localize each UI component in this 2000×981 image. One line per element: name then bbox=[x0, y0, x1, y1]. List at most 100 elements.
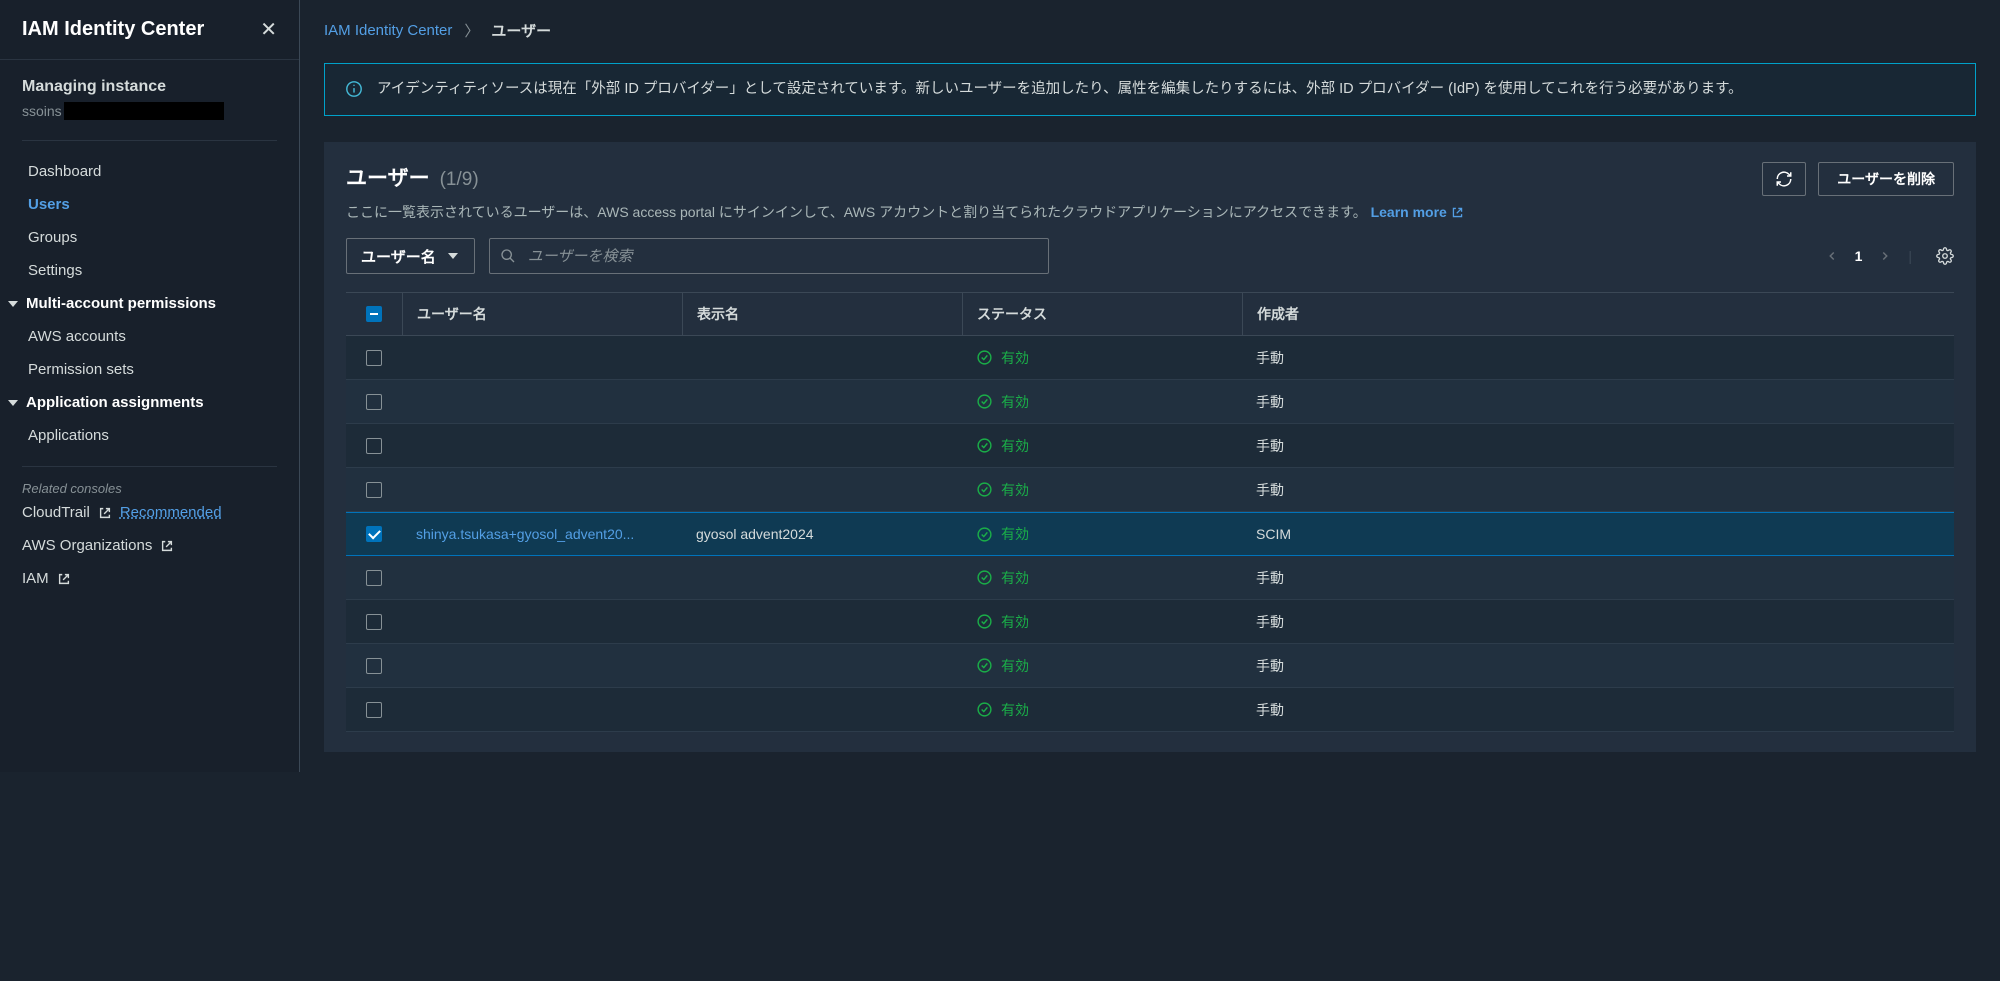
cell-status: 有効 bbox=[962, 348, 1242, 368]
cell-status: 有効 bbox=[962, 392, 1242, 412]
external-link-icon bbox=[57, 572, 71, 586]
cell-created-by: 手動 bbox=[1242, 480, 1954, 500]
info-banner-text: アイデンティティソースは現在「外部 ID プロバイダー」として設定されています。… bbox=[377, 78, 1743, 101]
nav-section-application-assignments[interactable]: Application assignments bbox=[0, 386, 299, 419]
table-settings-button[interactable] bbox=[1936, 247, 1954, 265]
related-iam[interactable]: IAM bbox=[22, 570, 49, 587]
sidebar-title: IAM Identity Center bbox=[22, 18, 204, 41]
check-circle-icon bbox=[976, 657, 993, 674]
row-checkbox[interactable] bbox=[366, 350, 382, 366]
breadcrumb-separator: 〉 bbox=[464, 20, 479, 41]
redacted-instance-id bbox=[64, 102, 224, 120]
cell-created-by: 手動 bbox=[1242, 612, 1954, 632]
external-link-icon bbox=[98, 506, 112, 520]
cell-status: 有効 bbox=[962, 612, 1242, 632]
table-row[interactable]: 有効手動 bbox=[346, 336, 1954, 380]
nav-groups[interactable]: Groups bbox=[0, 221, 299, 254]
chevron-left-icon bbox=[1825, 249, 1839, 263]
nav-permission-sets[interactable]: Permission sets bbox=[0, 353, 299, 386]
external-link-icon bbox=[160, 539, 174, 553]
row-checkbox[interactable] bbox=[366, 394, 382, 410]
panel-description: ここに一覧表示されているユーザーは、AWS access portal にサイン… bbox=[346, 202, 1954, 222]
table-row[interactable]: 有効手動 bbox=[346, 600, 1954, 644]
check-circle-icon bbox=[976, 569, 993, 586]
table-row[interactable]: 有効手動 bbox=[346, 556, 1954, 600]
gear-icon bbox=[1936, 247, 1954, 265]
refresh-icon bbox=[1775, 170, 1793, 188]
col-display-name[interactable]: 表示名 bbox=[682, 293, 962, 335]
check-circle-icon bbox=[976, 526, 993, 543]
select-all-checkbox[interactable] bbox=[366, 306, 382, 322]
cell-created-by: 手動 bbox=[1242, 436, 1954, 456]
check-circle-icon bbox=[976, 393, 993, 410]
cell-created-by: SCIM bbox=[1242, 526, 1954, 542]
close-icon[interactable]: ✕ bbox=[260, 20, 277, 40]
table-row[interactable]: 有効手動 bbox=[346, 424, 1954, 468]
chevron-right-icon bbox=[1878, 249, 1892, 263]
user-link[interactable]: shinya.tsukasa+gyosol_advent20... bbox=[416, 526, 634, 542]
row-checkbox[interactable] bbox=[366, 526, 382, 542]
table-header: ユーザー名 表示名 ステータス 作成者 bbox=[346, 292, 1954, 336]
row-checkbox[interactable] bbox=[366, 614, 382, 630]
nav-section-multi-account[interactable]: Multi-account permissions bbox=[0, 287, 299, 320]
managing-instance-label: Managing instance bbox=[22, 78, 277, 96]
breadcrumb-current: ユーザー bbox=[491, 20, 551, 41]
cell-status: 有効 bbox=[962, 524, 1242, 544]
col-created-by[interactable]: 作成者 bbox=[1242, 293, 1954, 335]
panel-title: ユーザー bbox=[346, 162, 430, 192]
related-cloudtrail[interactable]: CloudTrail bbox=[22, 504, 90, 521]
check-circle-icon bbox=[976, 349, 993, 366]
table-row[interactable]: 有効手動 bbox=[346, 380, 1954, 424]
nav-dashboard[interactable]: Dashboard bbox=[0, 155, 299, 188]
cell-status: 有効 bbox=[962, 700, 1242, 720]
search-box[interactable] bbox=[489, 238, 1049, 274]
cell-status: 有効 bbox=[962, 656, 1242, 676]
row-checkbox[interactable] bbox=[366, 482, 382, 498]
cell-created-by: 手動 bbox=[1242, 392, 1954, 412]
table-row[interactable]: 有効手動 bbox=[346, 644, 1954, 688]
row-checkbox[interactable] bbox=[366, 570, 382, 586]
table-row[interactable]: 有効手動 bbox=[346, 468, 1954, 512]
col-status[interactable]: ステータス bbox=[962, 293, 1242, 335]
breadcrumb-root[interactable]: IAM Identity Center bbox=[324, 22, 452, 39]
cell-display-name: gyosol advent2024 bbox=[682, 526, 962, 542]
related-aws-organizations[interactable]: AWS Organizations bbox=[22, 537, 152, 554]
cell-created-by: 手動 bbox=[1242, 656, 1954, 676]
check-circle-icon bbox=[976, 481, 993, 498]
nav-users[interactable]: Users bbox=[0, 188, 299, 221]
check-circle-icon bbox=[976, 613, 993, 630]
chevron-down-icon bbox=[448, 253, 458, 259]
page-next-button[interactable] bbox=[1878, 249, 1892, 263]
recommended-link[interactable]: Recommended bbox=[120, 504, 222, 521]
col-username[interactable]: ユーザー名 bbox=[402, 293, 682, 335]
row-checkbox[interactable] bbox=[366, 702, 382, 718]
row-checkbox[interactable] bbox=[366, 438, 382, 454]
users-panel: ユーザー (1/9) ユーザーを削除 ここに一覧表示されているユーザーは、AWS… bbox=[324, 142, 1976, 752]
check-circle-icon bbox=[976, 437, 993, 454]
related-consoles-label: Related consoles bbox=[0, 481, 299, 496]
table-row[interactable]: shinya.tsukasa+gyosol_advent20... gyosol … bbox=[346, 512, 1954, 556]
managing-instance-id: ssoins bbox=[22, 102, 277, 120]
refresh-button[interactable] bbox=[1762, 162, 1806, 196]
page-number: 1 bbox=[1855, 248, 1863, 264]
cell-created-by: 手動 bbox=[1242, 568, 1954, 588]
nav-applications[interactable]: Applications bbox=[0, 419, 299, 452]
row-checkbox[interactable] bbox=[366, 658, 382, 674]
filter-attribute-dropdown[interactable]: ユーザー名 bbox=[346, 238, 475, 274]
nav-aws-accounts[interactable]: AWS accounts bbox=[0, 320, 299, 353]
table-row[interactable]: 有効手動 bbox=[346, 688, 1954, 732]
check-circle-icon bbox=[976, 701, 993, 718]
chevron-down-icon bbox=[8, 301, 18, 307]
page-prev-button[interactable] bbox=[1825, 249, 1839, 263]
main-content: IAM Identity Center 〉 ユーザー アイデンティティソースは現… bbox=[300, 0, 2000, 772]
external-link-icon bbox=[1451, 206, 1464, 219]
search-icon bbox=[500, 248, 516, 264]
search-input[interactable] bbox=[526, 247, 1038, 266]
cell-username: shinya.tsukasa+gyosol_advent20... bbox=[402, 526, 682, 542]
sidebar: IAM Identity Center ✕ Managing instance … bbox=[0, 0, 300, 772]
breadcrumb: IAM Identity Center 〉 ユーザー bbox=[324, 20, 1976, 41]
cell-status: 有効 bbox=[962, 568, 1242, 588]
learn-more-link[interactable]: Learn more bbox=[1371, 204, 1464, 220]
delete-user-button[interactable]: ユーザーを削除 bbox=[1818, 162, 1954, 196]
nav-settings[interactable]: Settings bbox=[0, 254, 299, 287]
